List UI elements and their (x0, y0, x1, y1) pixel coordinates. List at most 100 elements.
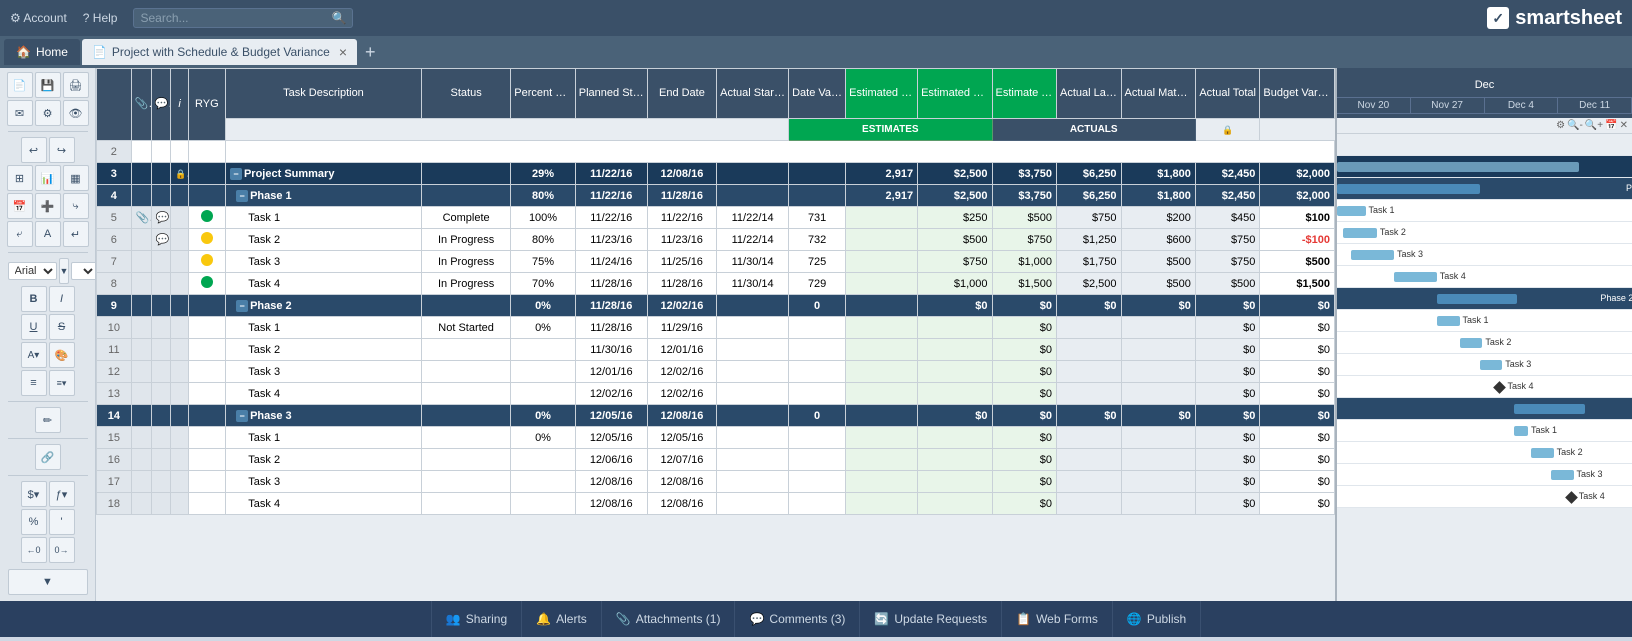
plan-start-cell[interactable]: 12/05/16 (575, 427, 647, 449)
est-labor-cell[interactable] (846, 471, 918, 493)
plan-start-cell[interactable]: 12/08/16 (575, 471, 647, 493)
budget-var-cell[interactable]: $0 (1260, 493, 1335, 515)
act-mat-cell[interactable] (1121, 493, 1195, 515)
status-cell[interactable] (421, 185, 510, 207)
est-mat-cell[interactable]: $2,500 (918, 163, 992, 185)
end-date-cell[interactable]: 12/07/16 (647, 449, 716, 471)
act-mat-cell[interactable] (1121, 449, 1195, 471)
task-desc-cell[interactable]: Task 3 (225, 471, 421, 493)
est-total-cell[interactable]: $0 (992, 405, 1057, 427)
act-total-cell[interactable]: $0 (1195, 493, 1260, 515)
est-labor-cell[interactable] (846, 405, 918, 427)
gantt-zoom-out-button[interactable]: 🔍- (1567, 120, 1583, 131)
pct-cell[interactable] (511, 383, 576, 405)
date-var-cell[interactable]: 729 (789, 273, 846, 295)
percent-button[interactable]: % (21, 509, 47, 535)
est-labor-cell[interactable] (846, 207, 918, 229)
est-mat-cell[interactable] (918, 427, 992, 449)
act-labor-cell[interactable]: $6,250 (1057, 163, 1122, 185)
end-date-cell[interactable]: 11/22/16 (647, 207, 716, 229)
act-mat-cell[interactable] (1121, 361, 1195, 383)
act-labor-cell[interactable] (1057, 339, 1122, 361)
task-desc-cell[interactable]: Task 4 (225, 273, 421, 295)
settings-button[interactable]: ⚙ (35, 100, 61, 126)
act-start-cell[interactable]: 11/30/14 (717, 251, 789, 273)
calendar-view-button[interactable]: 📅 (7, 193, 33, 219)
plan-start-cell[interactable]: 11/22/16 (575, 163, 647, 185)
tab-sheet[interactable]: 📄 Project with Schedule & Budget Varianc… (82, 39, 357, 65)
new-button[interactable]: 📄 (7, 72, 33, 98)
budget-var-cell[interactable]: $0 (1260, 383, 1335, 405)
end-date-cell[interactable]: 12/08/16 (647, 405, 716, 427)
tab-update-requests[interactable]: 🔄 Update Requests (860, 601, 1002, 637)
act-start-cell[interactable] (717, 339, 789, 361)
text-color-button[interactable]: A▾ (21, 342, 47, 368)
plan-start-cell[interactable]: 11/28/16 (575, 295, 647, 317)
date-var-cell[interactable] (789, 185, 846, 207)
status-cell[interactable] (421, 295, 510, 317)
col-est-labor-header[interactable]: Estimated Labor (846, 69, 918, 119)
budget-var-cell[interactable]: $0 (1260, 317, 1335, 339)
pct-cell[interactable] (511, 339, 576, 361)
end-date-cell[interactable]: 12/08/16 (647, 471, 716, 493)
dec-right-button[interactable]: 0→ (49, 537, 75, 563)
act-start-cell[interactable] (717, 471, 789, 493)
act-start-cell[interactable]: 11/22/14 (717, 207, 789, 229)
act-total-cell[interactable]: $2,450 (1195, 163, 1260, 185)
date-var-cell[interactable] (789, 361, 846, 383)
act-start-cell[interactable] (717, 295, 789, 317)
bold-button[interactable]: B (21, 286, 47, 312)
est-total-cell[interactable]: $750 (992, 229, 1057, 251)
col-budget-var-header[interactable]: Budget Variance (1260, 69, 1335, 119)
plan-start-cell[interactable]: 11/24/16 (575, 251, 647, 273)
act-start-cell[interactable] (717, 405, 789, 427)
highlight-button[interactable]: ✏ (35, 407, 61, 433)
task-desc-cell[interactable]: −Phase 1 (225, 185, 421, 207)
font-family-select[interactable]: Arial (8, 262, 57, 280)
col-end-date-header[interactable]: End Date (647, 69, 716, 119)
act-start-cell[interactable]: 11/30/14 (717, 273, 789, 295)
est-mat-cell[interactable]: $0 (918, 295, 992, 317)
act-start-cell[interactable] (717, 493, 789, 515)
end-date-cell[interactable]: 11/25/16 (647, 251, 716, 273)
view-button[interactable]: 👁 (63, 100, 89, 126)
tab-publish[interactable]: 🌐 Publish (1113, 601, 1201, 637)
act-mat-cell[interactable] (1121, 471, 1195, 493)
budget-var-cell[interactable]: $0 (1260, 449, 1335, 471)
task-desc-cell[interactable]: −Phase 3 (225, 405, 421, 427)
pct-cell[interactable]: 0% (511, 317, 576, 339)
est-total-cell[interactable]: $500 (992, 207, 1057, 229)
pct-cell[interactable]: 0% (511, 405, 576, 427)
act-total-cell[interactable]: $0 (1195, 295, 1260, 317)
date-var-cell[interactable]: 0 (789, 405, 846, 427)
act-start-cell[interactable] (717, 163, 789, 185)
est-total-cell[interactable]: $0 (992, 427, 1057, 449)
est-mat-cell[interactable] (918, 339, 992, 361)
act-start-cell[interactable]: 11/22/14 (717, 229, 789, 251)
col-act-labor-header[interactable]: Actual Labor (1057, 69, 1122, 119)
budget-var-cell[interactable]: $2,000 (1260, 163, 1335, 185)
pct-cell[interactable] (511, 493, 576, 515)
est-total-cell[interactable]: $0 (992, 317, 1057, 339)
quote-button[interactable]: ' (49, 509, 75, 535)
est-mat-cell[interactable]: $250 (918, 207, 992, 229)
status-cell[interactable] (421, 427, 510, 449)
end-date-cell[interactable]: 12/02/16 (647, 383, 716, 405)
help-menu[interactable]: ? Help (83, 11, 118, 25)
expand-icon[interactable]: − (236, 300, 248, 312)
col-task-desc-header[interactable]: Task Description (225, 69, 421, 119)
budget-var-cell[interactable]: $0 (1260, 427, 1335, 449)
budget-var-cell[interactable]: $500 (1260, 251, 1335, 273)
status-cell[interactable] (421, 405, 510, 427)
task-desc-cell[interactable]: Task 4 (225, 383, 421, 405)
est-labor-cell[interactable]: 2,917 (846, 185, 918, 207)
plan-start-cell[interactable]: 11/28/16 (575, 273, 647, 295)
est-labor-cell[interactable] (846, 427, 918, 449)
act-total-cell[interactable]: $750 (1195, 251, 1260, 273)
budget-var-cell[interactable]: $0 (1260, 471, 1335, 493)
date-var-cell[interactable] (789, 163, 846, 185)
gantt-today-button[interactable]: 📅 (1605, 120, 1617, 131)
est-total-cell[interactable]: $3,750 (992, 163, 1057, 185)
insert-row-button[interactable]: ➕ (35, 193, 61, 219)
est-total-cell[interactable]: $0 (992, 383, 1057, 405)
